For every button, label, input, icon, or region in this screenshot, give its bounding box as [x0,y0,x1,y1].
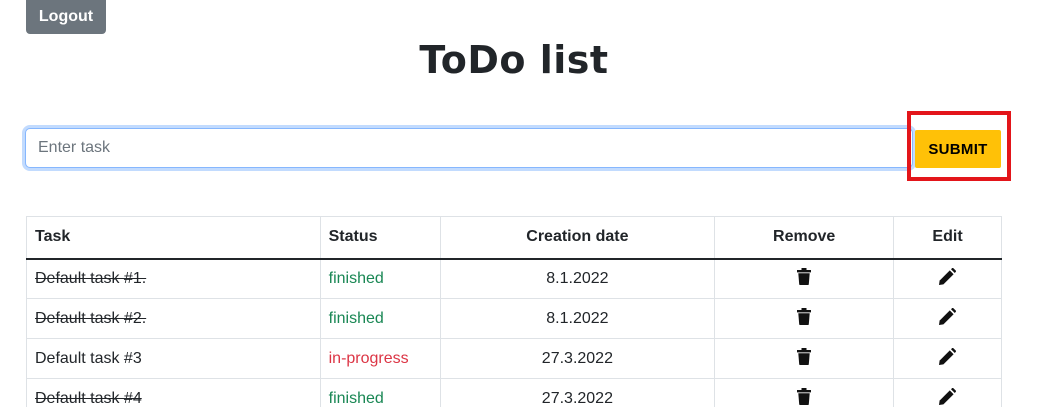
task-cell: Default task #2. [26,298,321,339]
remove-cell [714,378,895,407]
column-header-task: Task [26,216,321,260]
table-row: Default task #2. finished 8.1.2022 [26,298,1002,339]
pencil-icon[interactable] [939,347,957,370]
edit-cell [893,298,1002,339]
trash-icon[interactable] [797,347,812,370]
logout-button[interactable]: Logout [26,0,106,34]
pencil-icon[interactable] [939,307,957,330]
task-name: Default task #3 [35,349,142,367]
creation-date-cell: 8.1.2022 [439,298,716,339]
page-title: ToDo list [419,38,609,82]
creation-date-cell: 8.1.2022 [439,258,716,299]
status-cell: finished [319,298,441,339]
column-header-creation-date: Creation date [439,216,716,260]
task-cell: Default task #3 [26,338,321,379]
task-name: Default task #2. [35,309,147,327]
column-header-edit: Edit [893,216,1002,260]
table-row: Default task #4 finished 27.3.2022 [26,378,1002,407]
pencil-icon[interactable] [939,387,957,407]
edit-cell [893,338,1002,379]
status-text: in-progress [328,349,409,367]
table-row: Default task #1. finished 8.1.2022 [26,258,1002,299]
status-cell: finished [319,258,441,299]
task-cell: Default task #1. [26,258,321,299]
remove-cell [714,338,895,379]
status-text: finished [328,389,384,407]
pencil-icon[interactable] [939,267,957,290]
edit-cell [893,258,1002,299]
todo-page: Logout ToDo list SUBMIT Task Status Crea… [0,0,1058,407]
task-cell: Default task #4 [26,378,321,407]
status-cell: in-progress [319,338,441,379]
trash-icon[interactable] [797,267,812,290]
status-text: finished [328,309,384,327]
creation-date-cell: 27.3.2022 [439,338,716,379]
remove-cell [714,258,895,299]
task-input[interactable] [25,128,913,168]
creation-date-cell: 27.3.2022 [439,378,716,407]
task-name: Default task #4 [35,389,142,407]
task-name: Default task #1. [35,269,147,287]
column-header-status: Status [319,216,441,260]
remove-cell [714,298,895,339]
edit-cell [893,378,1002,407]
table-row: Default task #3 in-progress 27.3.2022 [26,338,1002,379]
todo-table: Task Status Creation date Remove Edit De… [26,216,1002,407]
status-cell: finished [319,378,441,407]
status-text: finished [328,269,384,287]
table-header-row: Task Status Creation date Remove Edit [26,216,1002,260]
column-header-remove: Remove [714,216,895,260]
submit-button[interactable]: SUBMIT [915,130,1001,168]
trash-icon[interactable] [797,387,812,407]
trash-icon[interactable] [797,307,812,330]
